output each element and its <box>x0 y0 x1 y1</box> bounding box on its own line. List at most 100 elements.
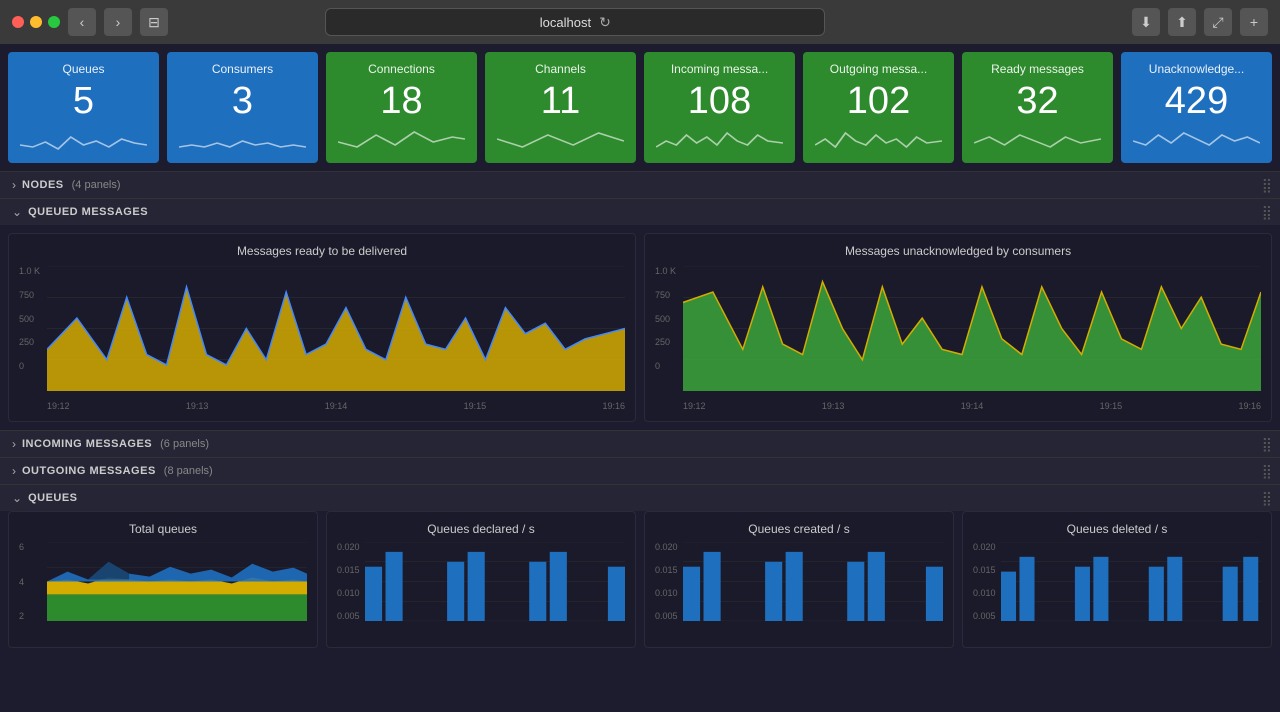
chart-area-deleted: 0.020 0.015 0.010 0.005 <box>973 542 1261 637</box>
y-labels-total: 6 4 2 <box>19 542 47 621</box>
y-label: 750 <box>19 290 47 300</box>
stat-card-connections[interactable]: Connections 18 <box>326 52 477 163</box>
stat-value-incoming: 108 <box>656 80 783 123</box>
chart-plot-total <box>47 542 307 621</box>
stat-value-queues: 5 <box>20 80 147 123</box>
x-labels-unack: 19:12 19:13 19:14 19:15 19:16 <box>683 401 1261 411</box>
chart-area-ready: 1.0 K 750 500 250 0 <box>19 266 625 411</box>
stat-card-incoming[interactable]: Incoming messa... 108 <box>644 52 795 163</box>
y-labels-declared: 0.020 0.015 0.010 0.005 <box>337 542 365 621</box>
y-labels-ready: 1.0 K 750 500 250 0 <box>19 266 47 391</box>
traffic-lights <box>12 16 60 28</box>
sparkline-outgoing <box>815 127 942 155</box>
sparkline-ready <box>974 127 1101 155</box>
stats-bar: Queues 5 Consumers 3 Connections 18 <box>0 44 1280 171</box>
queued-drag-handle: ⣿ <box>1262 204 1272 221</box>
queues-drag-handle: ⣿ <box>1262 490 1272 507</box>
forward-button[interactable]: › <box>104 8 132 36</box>
stat-title-queues: Queues <box>20 62 147 76</box>
chart-area-created: 0.020 0.015 0.010 0.005 <box>655 542 943 637</box>
stat-value-unack: 429 <box>1133 80 1260 123</box>
stat-card-ready[interactable]: Ready messages 32 <box>962 52 1113 163</box>
stat-title-channels: Channels <box>497 62 624 76</box>
minimize-button[interactable] <box>30 16 42 28</box>
chart-plot-created <box>683 542 943 621</box>
new-tab-button[interactable]: + <box>1240 8 1268 36</box>
incoming-toggle-icon: › <box>12 437 16 451</box>
outgoing-section-header[interactable]: › OUTGOING MESSAGES (8 panels) ⣿ <box>0 457 1280 484</box>
chart-title-ready: Messages ready to be delivered <box>19 244 625 258</box>
nodes-section-title: NODES <box>22 179 64 191</box>
stat-value-consumers: 3 <box>179 80 306 123</box>
chart-title-total-queues: Total queues <box>19 522 307 536</box>
browser-chrome: ‹ › ⊟ localhost ↻ ⬇ ⬆ ⤢ + <box>0 0 1280 44</box>
stat-value-ready: 32 <box>974 80 1101 123</box>
stat-title-ready: Ready messages <box>974 62 1101 76</box>
incoming-section-header[interactable]: › INCOMING MESSAGES (6 panels) ⣿ <box>0 430 1280 457</box>
close-button[interactable] <box>12 16 24 28</box>
sparkline-queues <box>20 127 147 155</box>
chart-panel-created: Queues created / s 0.020 0.015 0.010 0.0… <box>644 511 954 648</box>
back-button[interactable]: ‹ <box>68 8 96 36</box>
chart-title-deleted: Queues deleted / s <box>973 522 1261 536</box>
chart-plot-unack <box>683 266 1261 391</box>
queued-section-header[interactable]: ⌄ QUEUED MESSAGES ⣿ <box>0 198 1280 225</box>
sparkline-connections <box>338 127 465 155</box>
sparkline-channels <box>497 127 624 155</box>
nodes-section-header[interactable]: › NODES (4 panels) ⣿ <box>0 171 1280 198</box>
fullscreen-button[interactable]: ⤢ <box>1204 8 1232 36</box>
chart-plot-declared <box>365 542 625 621</box>
queues-toggle-icon: ⌄ <box>12 491 22 505</box>
chart-title-declared: Queues declared / s <box>337 522 625 536</box>
maximize-button[interactable] <box>48 16 60 28</box>
chart-plot-ready <box>47 266 625 391</box>
chart-panel-deleted: Queues deleted / s 0.020 0.015 0.010 0.0… <box>962 511 1272 648</box>
chart-title-unack: Messages unacknowledged by consumers <box>655 244 1261 258</box>
y-label: 500 <box>19 314 47 324</box>
stat-card-channels[interactable]: Channels 11 <box>485 52 636 163</box>
refresh-button[interactable]: ↻ <box>599 14 611 31</box>
chart-panel-total-queues: Total queues 6 4 2 <box>8 511 318 648</box>
stat-card-unack[interactable]: Unacknowledge... 429 <box>1121 52 1272 163</box>
y-labels-deleted: 0.020 0.015 0.010 0.005 <box>973 542 1001 621</box>
chart-panel-unack: Messages unacknowledged by consumers 1.0… <box>644 233 1272 422</box>
chart-title-created: Queues created / s <box>655 522 943 536</box>
address-bar[interactable]: localhost ↻ <box>325 8 825 36</box>
stat-value-connections: 18 <box>338 80 465 123</box>
stat-value-outgoing: 102 <box>815 80 942 123</box>
y-label: 500 <box>655 314 683 324</box>
stat-title-incoming: Incoming messa... <box>656 62 783 76</box>
stat-card-queues[interactable]: Queues 5 <box>8 52 159 163</box>
y-labels-created: 0.020 0.015 0.010 0.005 <box>655 542 683 621</box>
nodes-drag-handle: ⣿ <box>1262 177 1272 194</box>
share-button[interactable]: ⬆ <box>1168 8 1196 36</box>
sparkline-incoming <box>656 127 783 155</box>
stat-title-outgoing: Outgoing messa... <box>815 62 942 76</box>
queues-section-title: QUEUES <box>28 492 77 504</box>
chart-panel-declared: Queues declared / s 0.020 0.015 0.010 0.… <box>326 511 636 648</box>
stat-title-unack: Unacknowledge... <box>1133 62 1260 76</box>
incoming-section-title: INCOMING MESSAGES <box>22 438 152 450</box>
y-label: 0 <box>655 361 683 371</box>
dashboard: Queues 5 Consumers 3 Connections 18 <box>0 44 1280 712</box>
queues-section-header[interactable]: ⌄ QUEUES ⣿ <box>0 484 1280 511</box>
bottom-charts-row: Total queues 6 4 2 <box>0 511 1280 656</box>
sidebar-button[interactable]: ⊟ <box>140 8 168 36</box>
sparkline-unack <box>1133 127 1260 155</box>
stat-card-consumers[interactable]: Consumers 3 <box>167 52 318 163</box>
stat-value-channels: 11 <box>497 80 624 123</box>
y-label: 750 <box>655 290 683 300</box>
outgoing-section-title: OUTGOING MESSAGES <box>22 465 156 477</box>
y-label: 250 <box>655 337 683 347</box>
y-label: 250 <box>19 337 47 347</box>
nodes-panels-count: (4 panels) <box>72 179 121 191</box>
chart-area-declared: 0.020 0.015 0.010 0.005 <box>337 542 625 637</box>
nodes-toggle-icon: › <box>12 178 16 192</box>
browser-actions: ⬇ ⬆ ⤢ + <box>1132 8 1268 36</box>
incoming-drag-handle: ⣿ <box>1262 436 1272 453</box>
stat-card-outgoing[interactable]: Outgoing messa... 102 <box>803 52 954 163</box>
stat-title-connections: Connections <box>338 62 465 76</box>
y-label: 1.0 K <box>19 266 47 276</box>
download-button[interactable]: ⬇ <box>1132 8 1160 36</box>
y-label: 0 <box>19 361 47 371</box>
